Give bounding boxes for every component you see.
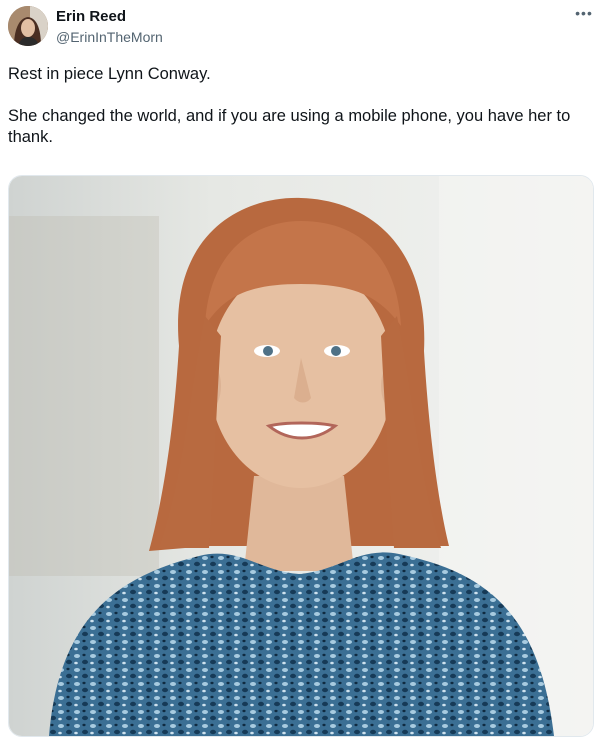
more-options-button[interactable]: ••• xyxy=(572,6,596,26)
tweet-card: Erin Reed @ErinInTheMorn ••• Rest in pie… xyxy=(0,0,600,737)
avatar-image xyxy=(8,6,48,46)
tweet-text-line: She changed the world, and if you are us… xyxy=(8,107,571,146)
tweet-text: Rest in piece Lynn Conway. She changed t… xyxy=(8,64,588,148)
more-horizontal-icon: ••• xyxy=(575,5,593,21)
tweet-photo[interactable] xyxy=(8,175,594,737)
author-handle[interactable]: @ErinInTheMorn xyxy=(56,28,163,46)
avatar[interactable] xyxy=(8,6,48,46)
tweet-text-line: Rest in piece Lynn Conway. xyxy=(8,65,211,83)
portrait-photo xyxy=(9,176,593,736)
author-name[interactable]: Erin Reed xyxy=(56,8,126,26)
